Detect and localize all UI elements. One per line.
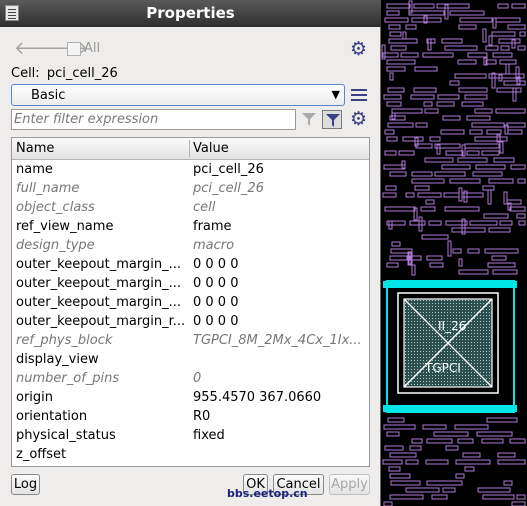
table-row[interactable]: orientation R0 xyxy=(12,407,369,426)
property-value[interactable]: R0 xyxy=(193,409,367,424)
table-row[interactable]: outer_keepout_margin_r... 0 0 0 0 xyxy=(12,312,369,331)
table-body: name pci_cell_26 full_name pci_cell_26objec… xyxy=(12,160,369,464)
property-value[interactable]: fixed xyxy=(193,428,367,443)
cell-info: Cell: pci_cell_26 xyxy=(11,66,118,81)
dropdown-arrow-icon[interactable]: ▼ xyxy=(332,88,340,101)
title-bar[interactable]: Properties xyxy=(0,0,381,27)
property-value[interactable]: 0 0 0 0 xyxy=(193,257,367,272)
property-name: outer_keepout_margin_r... xyxy=(16,314,186,329)
menu-icon[interactable] xyxy=(351,89,367,91)
properties-table: Name Value name pci_cell_26 full_name pci_c… xyxy=(11,137,370,467)
column-header-name[interactable]: Name xyxy=(16,141,54,156)
table-row[interactable]: display_view xyxy=(12,350,369,369)
property-name: outer_keepout_margin_... xyxy=(16,295,181,310)
property-name: ref_view_name xyxy=(16,219,114,234)
view-select[interactable]: Basic ▼ xyxy=(11,84,345,106)
property-value[interactable]: 0 0 0 0 xyxy=(193,314,367,329)
property-name: number_of_pins xyxy=(16,371,120,386)
filter-input[interactable] xyxy=(14,112,289,127)
table-row[interactable]: z_offset xyxy=(12,445,369,464)
property-name: display_view xyxy=(16,352,99,367)
table-row[interactable]: object_class cell xyxy=(12,198,369,217)
property-name: object_class xyxy=(16,200,95,215)
property-value: macro xyxy=(193,238,235,253)
table-row[interactable]: full_name pci_cell_26 xyxy=(12,179,369,198)
table-row[interactable]: origin 955.4570 367.0660 xyxy=(12,388,369,407)
property-value[interactable]: frame xyxy=(193,219,367,234)
property-name: name xyxy=(16,162,53,177)
property-value: TGPCI_8M_2Mx_4Cx_1Ix... xyxy=(193,333,362,348)
properties-dialog: Properties 🡐 🡒 All ⚙ Cell: pci_cell_26 B… xyxy=(0,0,381,506)
macro-cell[interactable]: II_26 TGPCI xyxy=(383,280,517,413)
property-value[interactable]: 0 0 0 0 xyxy=(193,276,367,291)
clear-filter-icon[interactable] xyxy=(299,110,319,129)
table-row[interactable]: number_of_pins 0 xyxy=(12,369,369,388)
table-row[interactable]: outer_keepout_margin_... 0 0 0 0 xyxy=(12,293,369,312)
table-row[interactable]: physical_status fixed xyxy=(12,426,369,445)
watermark: bbs.eetop.cn xyxy=(227,487,308,500)
property-value[interactable]: pci_cell_26 xyxy=(193,162,367,177)
view-select-value: Basic xyxy=(31,88,66,103)
apply-button[interactable]: Apply xyxy=(329,474,370,495)
cell-label: Cell: xyxy=(11,66,40,81)
cell-name: pci_cell_26 xyxy=(46,66,118,81)
table-row[interactable]: ref_phys_block TGPCI_8M_2Mx_4Cx_1Ix... xyxy=(12,331,369,350)
all-checkbox-label: All xyxy=(84,41,101,56)
property-name: outer_keepout_margin_... xyxy=(16,257,181,272)
table-row[interactable]: name pci_cell_26 xyxy=(12,160,369,179)
gear-icon[interactable]: ⚙ xyxy=(350,40,367,59)
property-value: cell xyxy=(193,200,216,215)
column-header-value[interactable]: Value xyxy=(193,141,229,156)
table-row[interactable]: ref_view_name frame xyxy=(12,217,369,236)
filter-icon[interactable] xyxy=(322,110,342,129)
macro-label-1: II_26 xyxy=(438,319,466,333)
window-title: Properties xyxy=(146,4,235,22)
filter-settings-gear-icon[interactable]: ⚙ xyxy=(350,110,367,129)
property-value: 0 xyxy=(193,371,202,386)
property-name: physical_status xyxy=(16,428,116,443)
property-name: ref_phys_block xyxy=(16,333,113,348)
log-button[interactable]: Log xyxy=(11,474,40,495)
macro-label-2: TGPCI xyxy=(424,361,461,375)
property-name: full_name xyxy=(16,181,80,196)
table-row[interactable]: outer_keepout_margin_... 0 0 0 0 xyxy=(12,255,369,274)
property-value[interactable]: 955.4570 367.0660 xyxy=(193,390,367,405)
layout-canvas[interactable]: II_26 TGPCI xyxy=(381,0,527,506)
property-name: orientation xyxy=(16,409,88,424)
table-row[interactable]: design_type macro xyxy=(12,236,369,255)
property-value: pci_cell_26 xyxy=(193,181,264,196)
filter-field[interactable] xyxy=(11,109,296,130)
property-name: z_offset xyxy=(16,447,67,462)
property-value[interactable]: 0 0 0 0 xyxy=(193,295,367,310)
all-checkbox[interactable] xyxy=(67,42,81,56)
column-divider[interactable] xyxy=(189,140,190,157)
table-header: Name Value xyxy=(12,138,369,160)
arrow-right-icon[interactable]: 🡒 xyxy=(40,39,88,59)
property-name: outer_keepout_margin_... xyxy=(16,276,181,291)
property-name: origin xyxy=(16,390,54,405)
property-name: design_type xyxy=(16,238,95,253)
table-row[interactable]: outer_keepout_margin_... 0 0 0 0 xyxy=(12,274,369,293)
